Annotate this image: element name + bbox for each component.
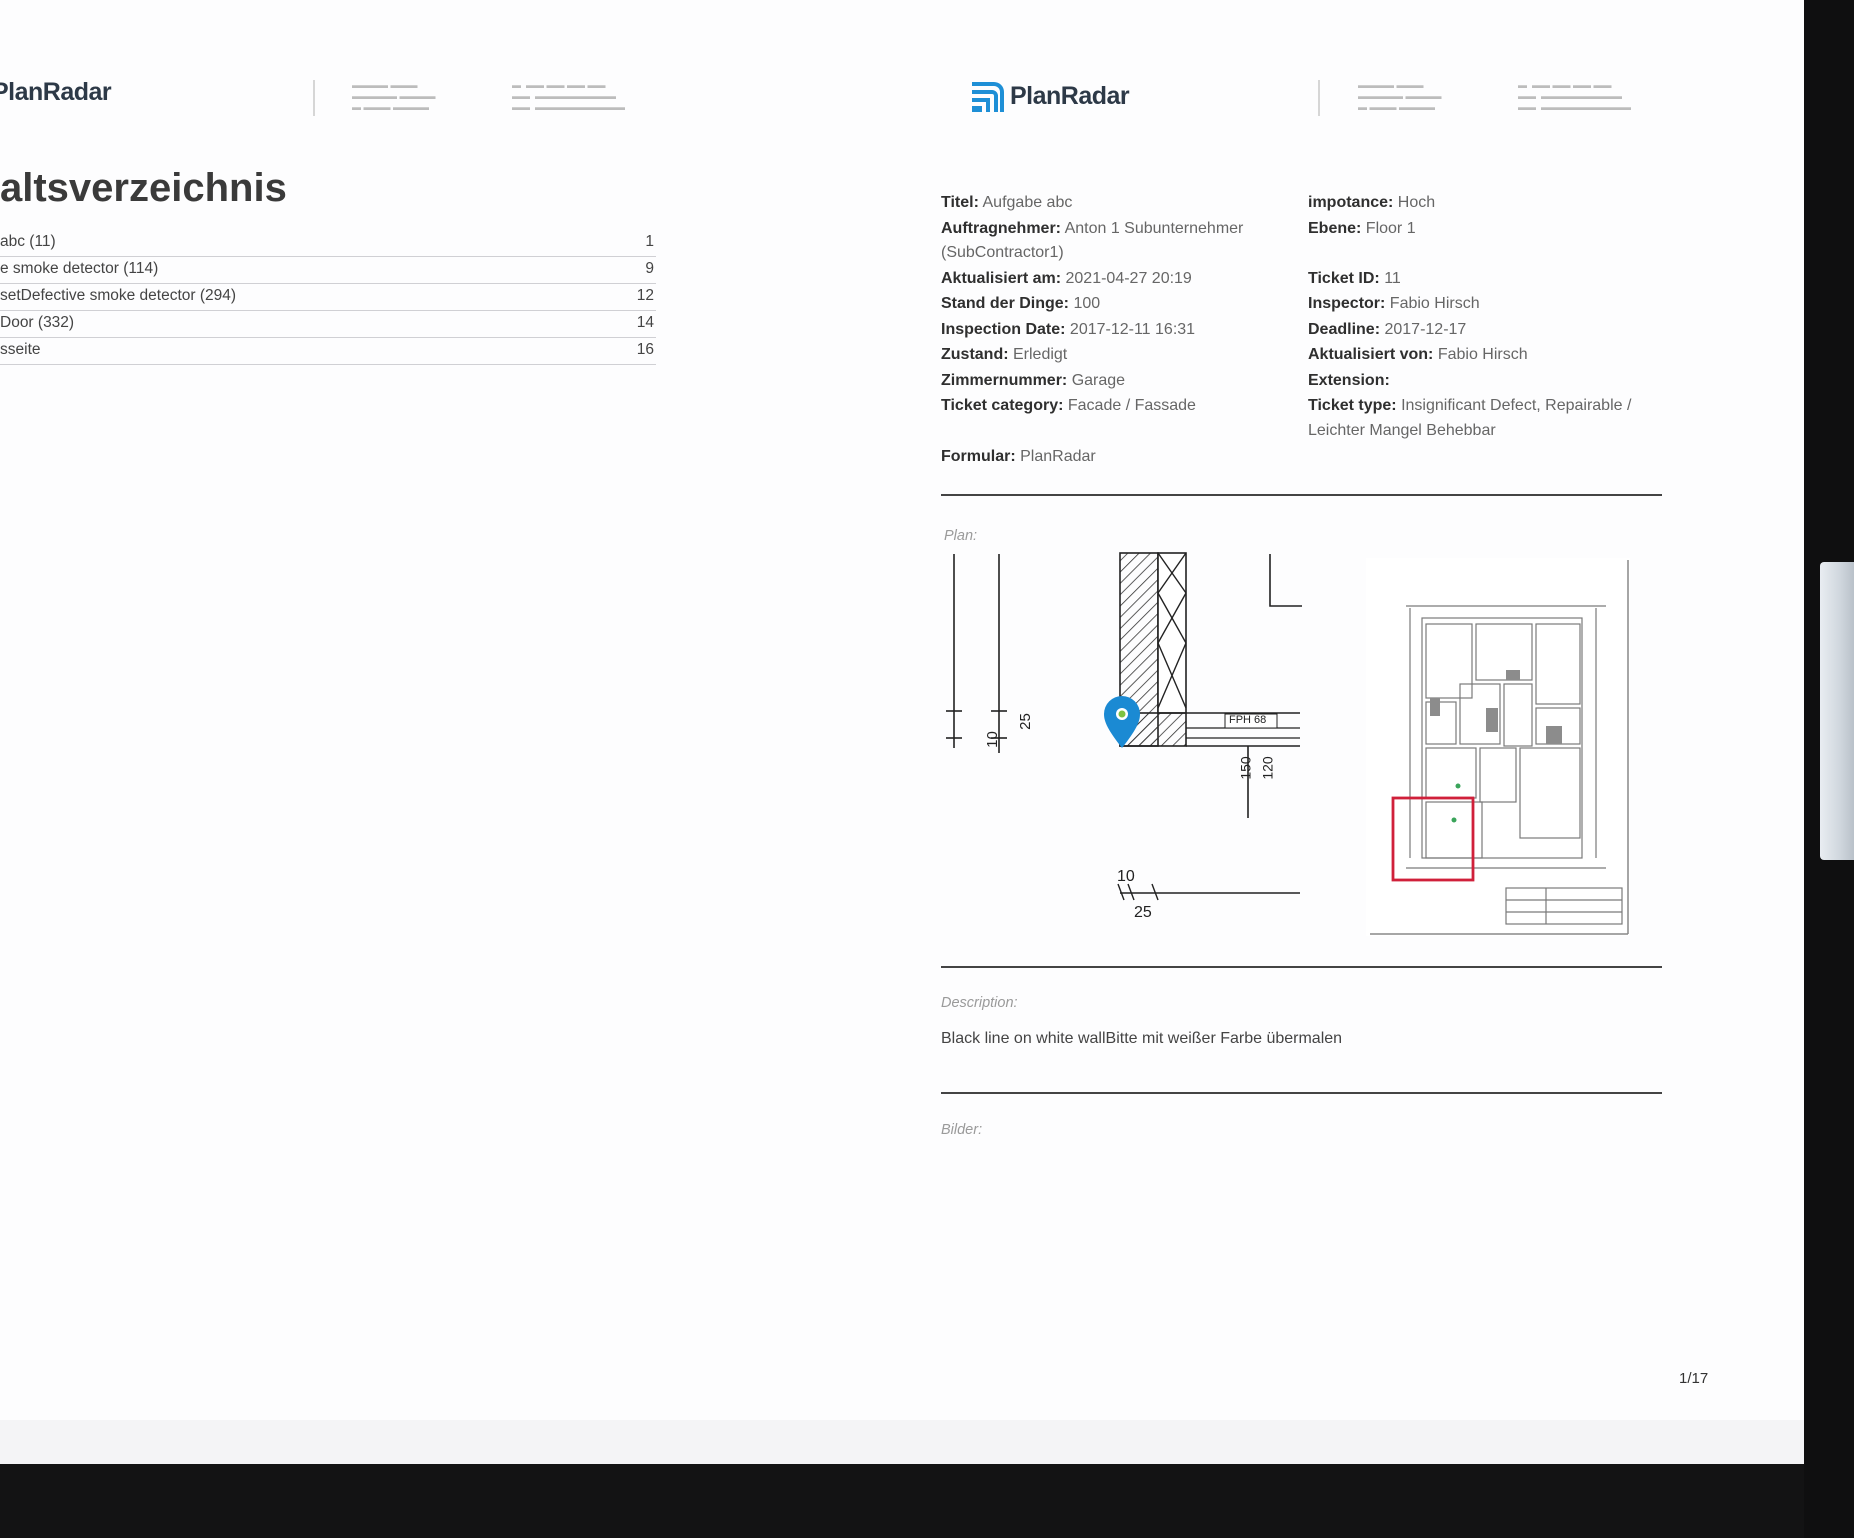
description-label: Description: bbox=[941, 995, 1018, 1011]
toc-item-label: Door (332) bbox=[0, 314, 75, 331]
field-zustand: Zustand: Erledigt bbox=[941, 346, 1068, 363]
dim-label: 150 bbox=[1237, 756, 1254, 780]
plan-label: Plan: bbox=[944, 528, 978, 544]
field-inspector: Inspector: Fabio Hirsch bbox=[1308, 295, 1480, 312]
company-address-faint: ▬▬▬▬ ▬▬▬ ▬▬▬▬▬ ▬▬▬▬ ▬ ▬▬▬ ▬▬▬▬ bbox=[1358, 80, 1442, 112]
section-divider bbox=[941, 1092, 1662, 1094]
toc-item[interactable]: e smoke detector (114) 9 bbox=[0, 257, 656, 284]
planradar-logo-icon bbox=[972, 82, 1004, 112]
toc-title: altsverzeichnis bbox=[0, 166, 287, 210]
field-aktualisiert-am: Aktualisiert am: 2021-04-27 20:19 bbox=[941, 270, 1192, 287]
field-ebene: Ebene: Floor 1 bbox=[1308, 220, 1416, 237]
toc-item-page: 12 bbox=[636, 287, 654, 304]
field-extension: Extension: bbox=[1308, 372, 1390, 389]
toc-item[interactable]: sseite 16 bbox=[0, 338, 656, 365]
section-divider bbox=[941, 494, 1662, 496]
plan-overview-thumbnail[interactable] bbox=[1366, 558, 1630, 936]
toc-item[interactable]: Door (332) 14 bbox=[0, 311, 656, 338]
brand-name: PlanRadar bbox=[1010, 81, 1130, 110]
field-ticket-id: Ticket ID: 11 bbox=[1308, 270, 1401, 287]
pdf-viewer[interactable]: PlanRadar ▬▬▬▬ ▬▬▬ ▬▬▬▬▬ ▬▬▬▬ ▬ ▬▬▬ ▬▬▬▬… bbox=[0, 0, 1804, 1464]
brand-name: PlanRadar bbox=[0, 78, 112, 106]
toc-item-label: sseite bbox=[0, 341, 41, 358]
field-ticket-category: Ticket category: Facade / Fassade bbox=[941, 397, 1196, 414]
brand-logo-right: PlanRadar bbox=[970, 78, 1130, 114]
section-divider bbox=[941, 966, 1662, 968]
dim-label: 10 bbox=[983, 731, 1001, 748]
toc-item-page: 9 bbox=[645, 260, 654, 277]
toc-item[interactable]: setDefective smoke detector (294) 12 bbox=[0, 284, 656, 311]
field-formular: Formular: PlanRadar bbox=[941, 448, 1096, 465]
images-label: Bilder: bbox=[941, 1122, 983, 1138]
description-text: Black line on white wallBitte mit weißer… bbox=[941, 1030, 1343, 1047]
field-ticket-type-cont: Leichter Mangel Behebbar bbox=[1308, 422, 1496, 439]
dim-label: FPH 68 bbox=[1229, 714, 1267, 726]
toc-item-label: setDefective smoke detector (294) bbox=[0, 287, 237, 304]
company-address-faint: ▬▬▬▬ ▬▬▬ ▬▬▬▬▬ ▬▬▬▬ ▬ ▬▬▬ ▬▬▬▬ bbox=[352, 80, 436, 112]
toc-item-page: 1 bbox=[645, 233, 654, 250]
company-contact-faint: ▬ ▬▬ ▬▬ ▬▬ ▬▬ ▬▬ ▬▬▬▬▬▬▬▬▬ ▬▬ ▬▬▬▬▬▬▬▬▬▬ bbox=[1518, 80, 1632, 112]
field-titel: Titel: Aufgabe abc bbox=[941, 194, 1073, 211]
dim-label: 120 bbox=[1259, 756, 1276, 780]
field-deadline: Deadline: 2017-12-17 bbox=[1308, 321, 1467, 338]
brand-logo-left: PlanRadar bbox=[0, 78, 112, 107]
toc-item-page: 14 bbox=[636, 314, 654, 331]
header-divider bbox=[1318, 80, 1320, 116]
dim-label: 25 bbox=[1134, 904, 1152, 921]
field-importance: impotance: Hoch bbox=[1308, 194, 1436, 211]
toc-item[interactable]: abc (11) 1 bbox=[0, 230, 656, 257]
video-thumbnail[interactable] bbox=[1820, 562, 1854, 860]
toc-item-label: e smoke detector (114) bbox=[0, 260, 159, 277]
toc-item-label: abc (11) bbox=[0, 233, 56, 250]
field-auftragnehmer-cont: (SubContractor1) bbox=[941, 244, 1064, 261]
field-aktualisiert-von: Aktualisiert von: Fabio Hirsch bbox=[1308, 346, 1528, 363]
field-stand-der-dinge: Stand der Dinge: 100 bbox=[941, 295, 1101, 312]
field-inspection-date: Inspection Date: 2017-12-11 16:31 bbox=[941, 321, 1196, 338]
dim-label: 25 bbox=[1016, 713, 1034, 730]
field-ticket-type: Ticket type: Insignificant Defect, Repai… bbox=[1308, 397, 1632, 414]
field-zimmernummer: Zimmernummer: Garage bbox=[941, 372, 1126, 389]
toc-item-page: 16 bbox=[636, 341, 654, 358]
dim-label: 10 bbox=[1117, 868, 1135, 885]
header-divider bbox=[313, 80, 315, 116]
company-contact-faint: ▬ ▬▬ ▬▬ ▬▬ ▬▬ ▬▬ ▬▬▬▬▬▬▬▬▬ ▬▬ ▬▬▬▬▬▬▬▬▬▬ bbox=[512, 80, 626, 112]
viewer-bottom-bar bbox=[0, 1420, 1804, 1464]
field-auftragnehmer: Auftragnehmer: Anton 1 Subunternehmer bbox=[941, 220, 1244, 237]
page-number: 1/17 bbox=[1679, 1370, 1709, 1387]
